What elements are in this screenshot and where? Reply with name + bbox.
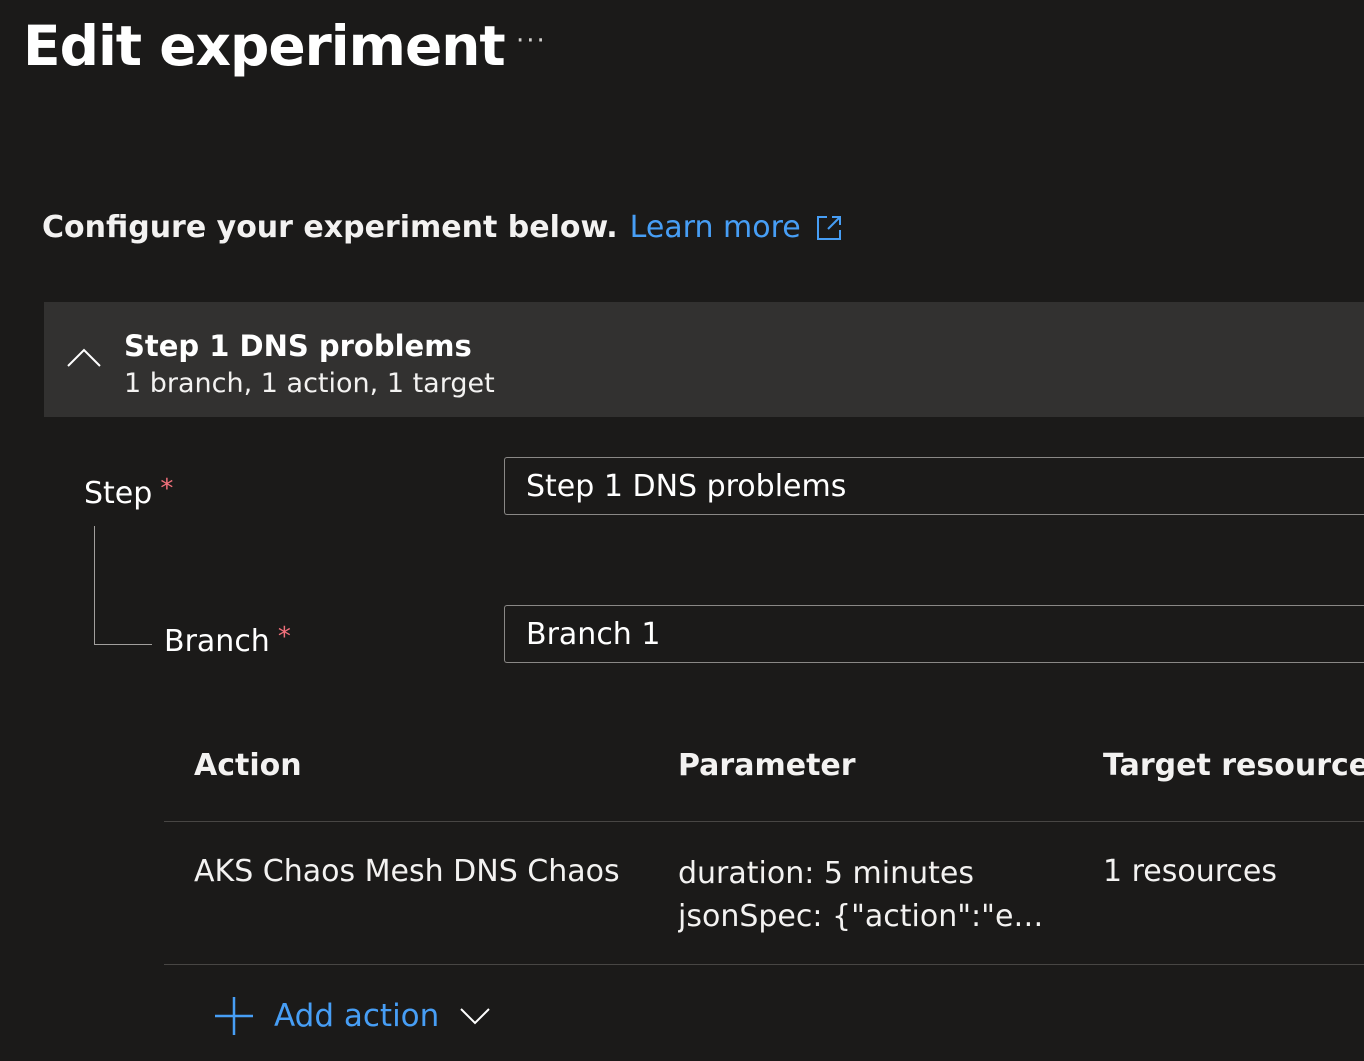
- table-row-divider: [164, 964, 1364, 965]
- column-header-parameter: Parameter: [678, 748, 856, 783]
- edit-experiment-page: Edit experiment ··· Configure your exper…: [0, 0, 1364, 1061]
- more-options-button[interactable]: ···: [516, 26, 547, 56]
- action-name-cell[interactable]: AKS Chaos Mesh DNS Chaos: [194, 854, 620, 889]
- chevron-up-icon[interactable]: [66, 347, 102, 369]
- step-header-summary: 1 branch, 1 action, 1 target: [124, 368, 495, 399]
- tree-connector-horizontal: [94, 644, 152, 645]
- chevron-down-icon[interactable]: [459, 1006, 491, 1026]
- step-header-title: Step 1 DNS problems: [124, 329, 472, 363]
- branch-label-text: Branch: [164, 624, 270, 659]
- step-collapse-header[interactable]: Step 1 DNS problems 1 branch, 1 action, …: [44, 302, 1364, 417]
- step-label-text: Step: [84, 476, 153, 511]
- target-resources-cell[interactable]: 1 resources: [1103, 854, 1277, 889]
- add-action-label: Add action: [274, 998, 440, 1034]
- tree-connector-vertical: [94, 526, 95, 644]
- page-title: Edit experiment: [23, 14, 506, 78]
- column-header-action: Action: [194, 748, 302, 783]
- table-header-divider: [164, 821, 1364, 822]
- learn-more-link[interactable]: Learn more: [630, 210, 801, 245]
- required-marker: *: [277, 622, 291, 652]
- required-marker: *: [160, 474, 174, 504]
- parameter-cell[interactable]: duration: 5 minutes jsonSpec: {"action":…: [678, 852, 1048, 938]
- add-action-button[interactable]: Add action: [212, 992, 491, 1040]
- external-link-icon[interactable]: [815, 214, 843, 242]
- branch-name-input[interactable]: [504, 605, 1364, 663]
- column-header-target-resources: Target resources: [1103, 748, 1364, 783]
- parameter-jsonspec: jsonSpec: {"action":"error"}: [678, 899, 1048, 934]
- step-name-input[interactable]: [504, 457, 1364, 515]
- step-label: Step *: [84, 474, 173, 511]
- intro-text: Configure your experiment below.: [42, 210, 618, 245]
- branch-label: Branch *: [164, 622, 291, 659]
- intro-line: Configure your experiment below. Learn m…: [42, 210, 843, 245]
- parameter-duration: duration: 5 minutes: [678, 856, 974, 891]
- plus-icon: [212, 994, 256, 1038]
